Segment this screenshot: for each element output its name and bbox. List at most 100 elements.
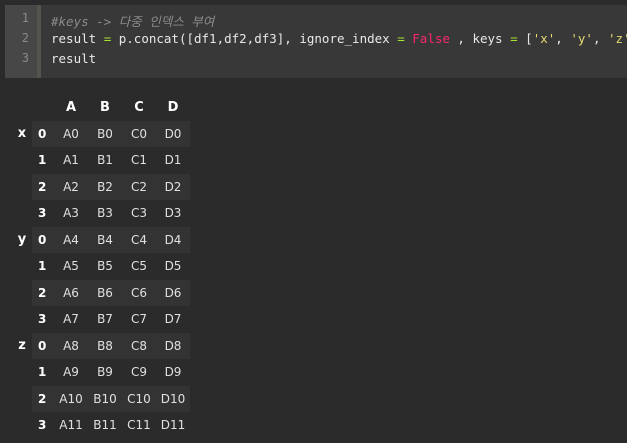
group-key-label: x <box>17 126 27 142</box>
table-row: z 0 A8 B8 C8 D8 <box>12 332 190 359</box>
group-key-label <box>12 359 32 386</box>
code-line-result: result <box>51 51 97 66</box>
string-literal: 'y' <box>570 31 593 46</box>
table-row: 2 A2 B2 C2 D2 <box>12 173 190 201</box>
header-row: A B C D <box>12 94 190 121</box>
string-literal: 'z' <box>608 31 627 46</box>
index-corner <box>12 94 32 121</box>
table-cell: D7 <box>156 306 190 333</box>
group-key-label <box>12 174 32 201</box>
table-cell: C5 <box>122 253 156 280</box>
line-number-gutter: 1 2 3 <box>5 5 41 78</box>
table-row: y 0 A4 B4 C4 D4 <box>12 226 190 253</box>
row-index-label: 1 <box>32 359 54 386</box>
row-index-label: 2 <box>32 385 54 412</box>
table-cell: A6 <box>54 279 88 306</box>
table-row: 3 A11 B11 C11 D11 <box>12 412 190 439</box>
table-cell: C10 <box>122 385 156 412</box>
table-cell: B6 <box>88 279 122 306</box>
group-key-label <box>12 386 32 413</box>
line-number: 2 <box>21 31 29 45</box>
table-cell: D10 <box>156 385 190 412</box>
group-key-label <box>12 412 32 439</box>
table-body: x 0 A0 B0 C0 D0 1 A1 B1 C1 D1 2 A2 B2 C2 D2 3 A3 B3 C3 D3 y 0 A… <box>12 120 190 439</box>
code-text: , <box>555 31 571 46</box>
row-index-label: 3 <box>32 412 54 439</box>
table-cell: D2 <box>156 173 190 200</box>
table-cell: D9 <box>156 359 190 386</box>
table-cell: C9 <box>122 359 156 386</box>
index-corner <box>32 94 54 121</box>
table-cell: B8 <box>88 332 122 359</box>
group-key-label <box>12 147 32 174</box>
table-row: 3 A3 B3 C3 D3 <box>12 200 190 227</box>
column-header: D <box>167 99 179 115</box>
table-row: 1 A9 B9 C9 D9 <box>12 359 190 386</box>
assign-operator: = <box>510 31 518 46</box>
row-index-label: 1 <box>32 147 54 174</box>
code-text: result <box>51 31 104 46</box>
false-keyword: False <box>412 31 450 46</box>
code-line-comment: #keys -> 다중 인덱스 부여 <box>51 14 215 29</box>
table-cell: C4 <box>122 226 156 253</box>
table-row: 1 A1 B1 C1 D1 <box>12 147 190 174</box>
column-header: C <box>134 99 144 115</box>
row-index-label: 0 <box>32 226 54 253</box>
table-cell: C11 <box>122 412 156 439</box>
table-cell: D3 <box>156 200 190 227</box>
table-row: x 0 A0 B0 C0 D0 <box>12 120 190 147</box>
line-number: 3 <box>21 51 29 65</box>
line-number: 1 <box>21 11 29 25</box>
table-cell: A11 <box>54 412 88 439</box>
table-cell: B10 <box>88 385 122 412</box>
row-index-label: 0 <box>32 332 54 359</box>
table-cell: A1 <box>54 147 88 174</box>
table-cell: C7 <box>122 306 156 333</box>
table-cell: D4 <box>156 226 190 253</box>
table-cell: D6 <box>156 279 190 306</box>
group-key-label: z <box>18 338 26 354</box>
code-text: , keys <box>449 31 511 46</box>
table-cell: B11 <box>88 412 122 439</box>
group-key-label <box>12 200 32 227</box>
table-cell: A2 <box>54 173 88 200</box>
string-literal: 'x' <box>532 31 556 46</box>
column-header: A <box>65 99 77 115</box>
table-cell: C2 <box>122 173 156 200</box>
group-key-label <box>12 253 32 280</box>
row-index-label: 3 <box>32 200 54 227</box>
table-row: 2 A10 B10 C10 D10 <box>12 385 190 413</box>
table-cell: A0 <box>54 120 88 147</box>
group-key-label <box>12 306 32 333</box>
row-index-label: 1 <box>32 253 54 280</box>
code-line-concat: result = p.concat([df1,df2,df3], ignore_… <box>51 31 627 46</box>
table-row: 2 A6 B6 C6 D6 <box>12 279 190 306</box>
table-cell: B0 <box>88 120 122 147</box>
table-cell: B3 <box>88 200 122 227</box>
table-cell: B5 <box>88 253 122 280</box>
table-cell: D11 <box>156 412 190 439</box>
code-text: p.concat([df1,df2,df3], ignore_index <box>111 31 398 46</box>
table-cell: D8 <box>156 332 190 359</box>
assign-operator: = <box>397 31 405 46</box>
table-cell: B1 <box>88 147 122 174</box>
code-cell[interactable]: 1 2 3 #keys -> 다중 인덱스 부여 result = p.conc… <box>5 5 627 78</box>
table-row: 3 A7 B7 C7 D7 <box>12 306 190 333</box>
row-index-label: 2 <box>32 173 54 200</box>
table-cell: A10 <box>54 385 88 412</box>
table-cell: D0 <box>156 120 190 147</box>
table-cell: A7 <box>54 306 88 333</box>
table-cell: D5 <box>156 253 190 280</box>
table-cell: D1 <box>156 147 190 174</box>
table-cell: A9 <box>54 359 88 386</box>
table-cell: C0 <box>122 120 156 147</box>
table-cell: C6 <box>122 279 156 306</box>
table-cell: B4 <box>88 226 122 253</box>
table-cell: A3 <box>54 200 88 227</box>
table-cell: B9 <box>88 359 122 386</box>
table-cell: C1 <box>122 147 156 174</box>
column-header: B <box>100 99 110 115</box>
table-cell: B2 <box>88 173 122 200</box>
group-key-label: y <box>17 232 27 248</box>
table-cell: C3 <box>122 200 156 227</box>
